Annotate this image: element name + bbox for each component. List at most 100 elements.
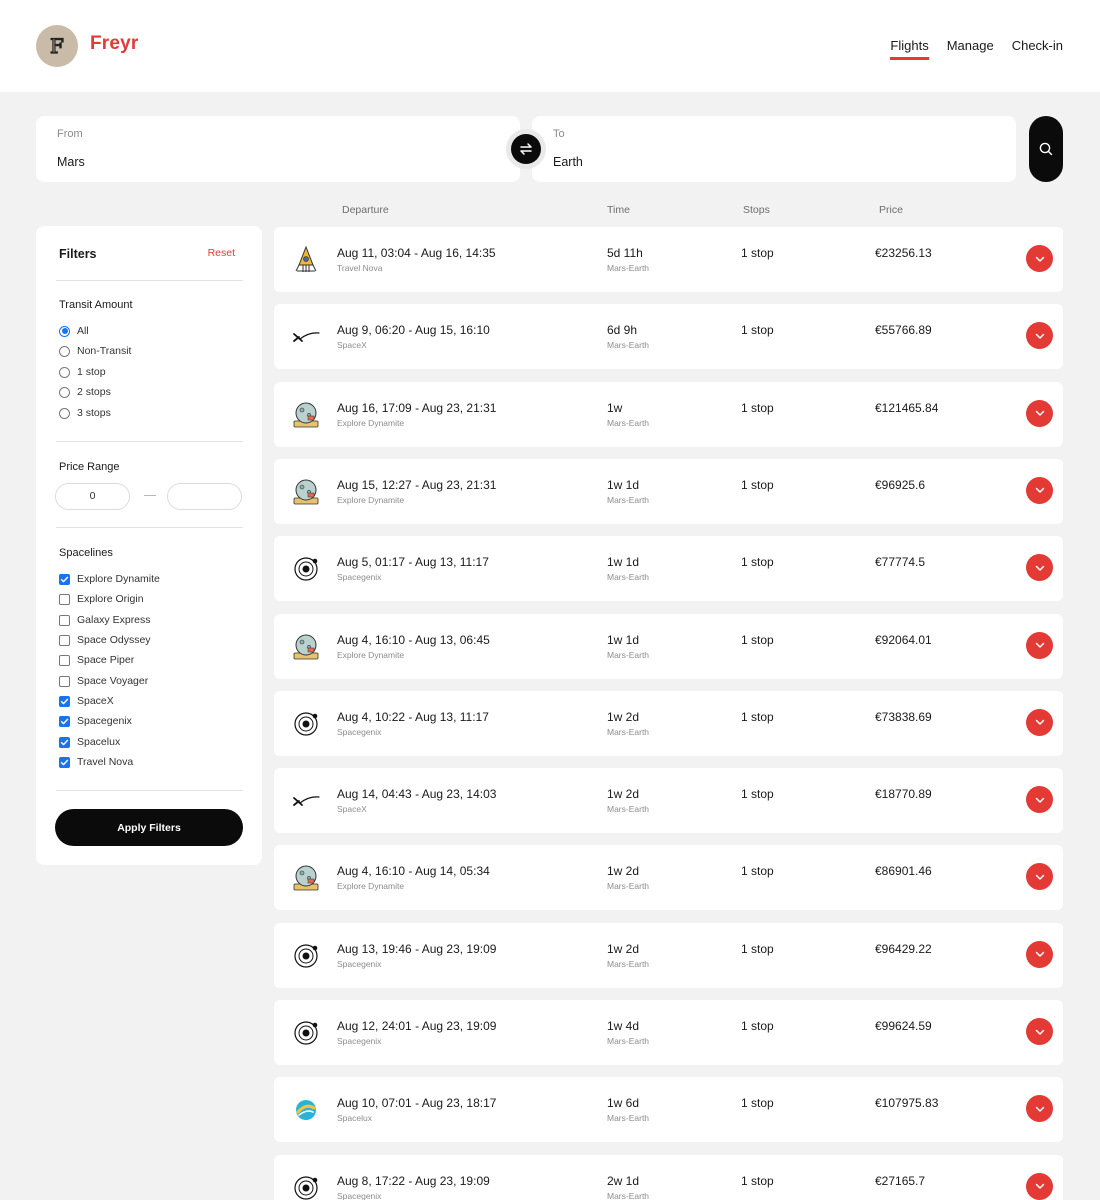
spaceline-option[interactable]: Explore Origin bbox=[59, 592, 144, 606]
route-text: Mars-Earth bbox=[607, 340, 650, 351]
to-field[interactable]: To Earth bbox=[532, 116, 1016, 182]
radio-icon[interactable] bbox=[59, 345, 70, 357]
checkbox-icon[interactable] bbox=[59, 593, 70, 605]
flight-card[interactable]: Aug 16, 17:09 - Aug 23, 21:31 Explore Dyn… bbox=[274, 381, 1063, 447]
col-header-price[interactable]: Price bbox=[879, 204, 903, 216]
expand-button[interactable] bbox=[1026, 322, 1053, 350]
stops-text: 1 stop bbox=[741, 1173, 774, 1188]
route-text: Mars-Earth bbox=[607, 1113, 650, 1124]
brand-name[interactable]: Freyr bbox=[90, 33, 139, 55]
transit-option-non-transit[interactable]: Non-Transit bbox=[59, 344, 131, 358]
spaceline-option[interactable]: Spacegenix bbox=[59, 714, 132, 728]
flight-card[interactable]: Aug 8, 17:22 - Aug 23, 19:09 Spacegenix 2w… bbox=[274, 1154, 1063, 1200]
route-text: Mars-Earth bbox=[607, 1036, 650, 1046]
transit-option-3-stops[interactable]: 3 stops bbox=[59, 406, 111, 420]
swap-arrows-icon bbox=[511, 134, 541, 164]
col-header-time[interactable]: Time bbox=[607, 204, 630, 216]
route-text: Mars-Earth bbox=[607, 494, 650, 505]
nav-check-in[interactable]: Check-in bbox=[1012, 38, 1063, 57]
col-header-stops[interactable]: Stops bbox=[743, 204, 770, 216]
price-text: €121465.84 bbox=[875, 400, 939, 415]
apply-filters-button[interactable]: Apply Filters bbox=[55, 809, 243, 846]
radio-icon[interactable] bbox=[59, 386, 70, 398]
expand-button[interactable] bbox=[1026, 1172, 1053, 1200]
expand-button[interactable] bbox=[1026, 631, 1053, 659]
flight-card[interactable]: Aug 5, 01:17 - Aug 13, 11:17 Spacegenix 1w… bbox=[274, 536, 1063, 602]
expand-button[interactable] bbox=[1026, 399, 1053, 427]
flight-card[interactable]: Aug 15, 12:27 - Aug 23, 21:31 Explore Dyn… bbox=[274, 458, 1063, 524]
route-text: Mars-Earth bbox=[607, 1190, 650, 1200]
expand-button[interactable] bbox=[1026, 786, 1053, 814]
radio-icon[interactable] bbox=[59, 366, 70, 378]
brand-logo-icon: F bbox=[49, 33, 64, 58]
checkbox-checked-icon[interactable] bbox=[59, 695, 70, 707]
checkbox-checked-icon[interactable] bbox=[59, 756, 70, 768]
transit-option-1-stop[interactable]: 1 stop bbox=[59, 365, 106, 379]
from-field[interactable]: From Mars bbox=[36, 116, 520, 182]
flight-card[interactable]: Aug 10, 07:01 - Aug 23, 18:17 Spacelux 1w … bbox=[274, 1077, 1063, 1143]
departure-text: Aug 9, 06:20 - Aug 15, 16:10 bbox=[337, 323, 490, 338]
flight-card[interactable]: Aug 4, 16:10 - Aug 14, 05:34 Explore Dyna… bbox=[274, 845, 1063, 911]
col-header-departure[interactable]: Departure bbox=[342, 204, 389, 216]
spaceline-label: Explore Origin bbox=[77, 593, 144, 605]
departure-text: Aug 11, 03:04 - Aug 16, 14:35 bbox=[337, 246, 496, 260]
transit-option-all[interactable]: All bbox=[59, 324, 89, 338]
transit-option-2-stops[interactable]: 2 stops bbox=[59, 385, 111, 399]
expand-button[interactable] bbox=[1026, 1018, 1053, 1045]
radio-icon[interactable] bbox=[59, 407, 70, 419]
checkbox-icon[interactable] bbox=[59, 675, 70, 687]
orbit-logo bbox=[290, 708, 322, 740]
route-text: Mars-Earth bbox=[607, 263, 650, 273]
expand-button[interactable] bbox=[1026, 940, 1053, 968]
departure-text: Aug 12, 24:01 - Aug 23, 19:09 bbox=[337, 1019, 497, 1033]
reset-link[interactable]: Reset bbox=[208, 247, 235, 259]
route-text: Mars-Earth bbox=[607, 649, 650, 660]
spaceline-option[interactable]: Space Voyager bbox=[59, 674, 148, 688]
price-max-input[interactable] bbox=[167, 483, 242, 510]
expand-button[interactable] bbox=[1026, 476, 1053, 504]
chevron-down-icon bbox=[1034, 330, 1046, 342]
main-nav: Flights Manage Check-in bbox=[890, 38, 1063, 60]
spaceline-option[interactable]: Space Odyssey bbox=[59, 633, 151, 647]
spaceline-label: Travel Nova bbox=[77, 756, 134, 768]
flight-card[interactable]: Aug 4, 16:10 - Aug 13, 06:45 Explore Dyna… bbox=[274, 613, 1063, 679]
expand-button[interactable] bbox=[1026, 554, 1053, 582]
radio-icon[interactable] bbox=[59, 325, 70, 337]
checkbox-icon[interactable] bbox=[59, 634, 70, 646]
flight-card[interactable]: Aug 14, 04:43 - Aug 23, 14:03 SpaceX 1w 2d… bbox=[274, 768, 1063, 834]
flight-card[interactable]: Aug 12, 24:01 - Aug 23, 19:09 Spacegenix 1… bbox=[274, 1000, 1063, 1065]
checkbox-icon[interactable] bbox=[59, 614, 70, 626]
expand-button[interactable] bbox=[1026, 708, 1053, 736]
nav-flights[interactable]: Flights bbox=[890, 38, 930, 60]
flight-card[interactable]: Aug 4, 10:22 - Aug 13, 11:17 Spacegenix 1w… bbox=[274, 690, 1063, 756]
checkbox-icon[interactable] bbox=[59, 654, 70, 666]
duration-text: 1w 2d bbox=[607, 787, 640, 802]
checkbox-checked-icon[interactable] bbox=[59, 736, 70, 748]
spaceline-option[interactable]: SpaceX bbox=[59, 694, 114, 708]
from-value[interactable]: Mars bbox=[57, 155, 85, 169]
spaceline-option[interactable]: Travel Nova bbox=[59, 755, 133, 769]
airline-name: Explore Dynamite bbox=[337, 417, 405, 428]
expand-button[interactable] bbox=[1026, 863, 1053, 891]
spacex-logo bbox=[290, 321, 322, 353]
to-value[interactable]: Earth bbox=[553, 155, 583, 169]
flight-card[interactable]: Aug 13, 19:46 - Aug 23, 19:09 Spacegenix 1… bbox=[274, 922, 1063, 988]
flight-card[interactable]: Aug 9, 06:20 - Aug 15, 16:10 SpaceX 6d 9h M… bbox=[274, 304, 1063, 370]
brand-logo[interactable]: F bbox=[36, 25, 78, 67]
price-range-title: Price Range bbox=[59, 461, 120, 473]
checkbox-checked-icon[interactable] bbox=[59, 573, 70, 585]
price-min-input[interactable]: 0 bbox=[55, 483, 130, 510]
spaceline-label: Galaxy Express bbox=[77, 614, 151, 626]
checkbox-checked-icon[interactable] bbox=[59, 715, 70, 727]
expand-button[interactable] bbox=[1026, 245, 1053, 272]
flight-card[interactable]: Aug 11, 03:04 - Aug 16, 14:35 Travel Nova… bbox=[274, 227, 1063, 292]
spaceline-option[interactable]: Space Piper bbox=[59, 653, 134, 667]
spaceline-label: Space Odyssey bbox=[77, 634, 151, 646]
spaceline-option[interactable]: Galaxy Express bbox=[59, 613, 151, 627]
search-button[interactable] bbox=[1029, 116, 1063, 182]
spaceline-option[interactable]: Explore Dynamite bbox=[59, 572, 160, 586]
expand-button[interactable] bbox=[1026, 1095, 1053, 1123]
nav-manage[interactable]: Manage bbox=[947, 38, 994, 57]
spaceline-option[interactable]: Spacelux bbox=[59, 735, 120, 749]
swap-button[interactable] bbox=[506, 129, 546, 169]
